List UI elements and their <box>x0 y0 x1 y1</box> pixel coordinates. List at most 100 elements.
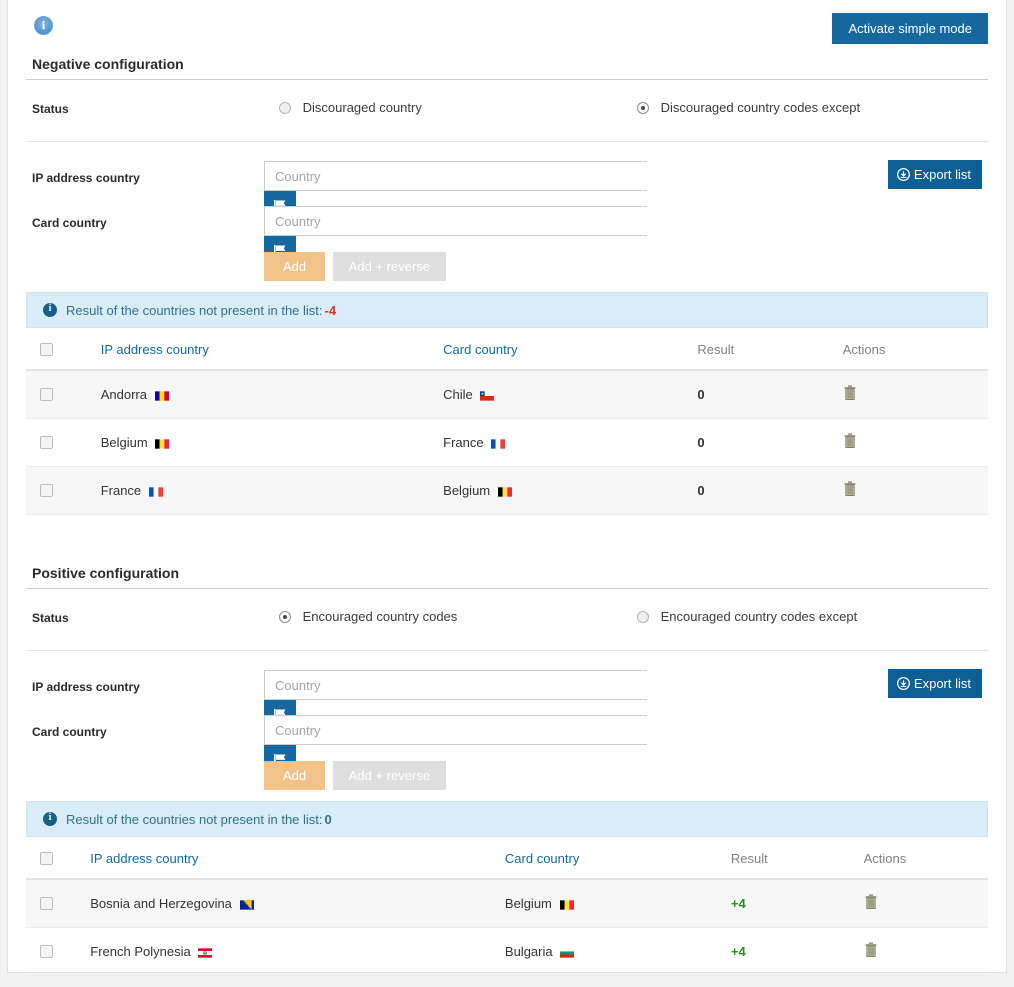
flag-ad-icon <box>154 391 169 401</box>
negative-table-body: Andorra Chile 0 Belgium France 0 France … <box>26 370 988 515</box>
negative-status-row: Status Discouraged country Discouraged c… <box>26 80 988 142</box>
cell-actions <box>842 466 988 515</box>
positive-status-row: Status Encouraged country codes Encourag… <box>26 589 988 651</box>
cell-actions <box>863 927 988 976</box>
negative-configuration-title: Negative configuration <box>26 56 988 80</box>
table-row: French Polynesia Bulgaria +4 <box>26 927 988 976</box>
row-checkbox[interactable] <box>40 436 53 449</box>
result-value: 0 <box>697 435 705 450</box>
activate-simple-mode-button[interactable]: Activate simple mode <box>832 13 988 44</box>
delete-row-button[interactable] <box>864 894 878 913</box>
delete-row-button[interactable] <box>843 481 857 500</box>
positive-add-button[interactable]: Add <box>264 761 326 790</box>
flag-ba-icon <box>239 900 254 910</box>
cell-ip-country: Belgium <box>100 418 444 467</box>
positive-ip-country-input[interactable] <box>264 670 647 700</box>
header-ip-address-country[interactable]: IP address country <box>100 328 444 371</box>
row-checkbox[interactable] <box>40 484 53 497</box>
info-circle-icon <box>34 16 53 35</box>
trash-icon <box>844 481 856 496</box>
ip-country-name: Bosnia and Herzegovina <box>90 896 232 911</box>
select-all-checkbox[interactable] <box>40 343 53 356</box>
cell-card-country: Belgium <box>504 879 731 928</box>
positive-card-country-input-group <box>264 715 679 775</box>
table-row: Bosnia and Herzegovina Belgium +4 <box>26 879 988 928</box>
positive-ip-country-input-group <box>264 670 679 730</box>
radio-discouraged-country-codes-except[interactable]: Discouraged country codes except <box>637 100 860 115</box>
download-circle-icon <box>896 168 910 181</box>
negative-status-label: Status <box>32 102 69 116</box>
positive-export-list-button[interactable]: Export list <box>887 669 982 698</box>
negative-add-reverse-button: Add + reverse <box>332 252 447 281</box>
radio-indicator <box>279 611 291 623</box>
positive-add-buttons: Add Add + reverse <box>26 757 988 801</box>
flag-fr-icon <box>491 439 506 449</box>
cell-card-country: Chile <box>443 370 698 419</box>
positive-form-area: IP address country Export list <box>8 651 1006 801</box>
header-ip-address-country[interactable]: IP address country <box>90 837 505 880</box>
radio-indicator <box>637 611 649 623</box>
positive-card-country-input[interactable] <box>264 715 647 745</box>
positive-ip-country-label: IP address country <box>32 680 140 694</box>
result-value: 0 <box>697 387 705 402</box>
positive-alert-value: 0 <box>324 811 332 827</box>
trash-icon <box>865 894 876 909</box>
negative-card-country-label: Card country <box>32 216 107 230</box>
positive-configuration-title: Positive configuration <box>26 565 988 589</box>
positive-countries-table: IP address country Card country Result A… <box>26 837 988 976</box>
result-value: +4 <box>730 896 746 911</box>
card-country-name: Chile <box>443 387 473 402</box>
cell-result: 0 <box>697 418 843 467</box>
positive-add-reverse-button: Add + reverse <box>332 761 447 790</box>
cell-ip-country: Bosnia and Herzegovina <box>90 879 505 928</box>
ip-country-name: Andorra <box>100 387 147 402</box>
cell-actions <box>863 879 988 928</box>
cell-result: +4 <box>730 879 864 928</box>
radio-encouraged-country-codes[interactable]: Encouraged country codes <box>279 609 457 624</box>
radio-encouraged-country-codes-except[interactable]: Encouraged country codes except <box>637 609 857 624</box>
radio-label: Encouraged country codes except <box>660 609 858 624</box>
table-row: Belgium France 0 <box>26 418 988 467</box>
delete-row-button[interactable] <box>843 385 857 404</box>
radio-discouraged-country[interactable]: Discouraged country <box>279 100 422 115</box>
select-all-checkbox[interactable] <box>40 852 53 865</box>
positive-table-body: Bosnia and Herzegovina Belgium +4 French… <box>26 879 988 976</box>
row-checkbox[interactable] <box>40 945 53 958</box>
ip-country-name: French Polynesia <box>90 944 191 959</box>
row-select-cell <box>26 370 101 419</box>
row-checkbox[interactable] <box>40 897 53 910</box>
negative-alert-text: Result of the countries not present in t… <box>66 302 323 318</box>
negative-countries-table: IP address country Card country Result A… <box>26 328 988 515</box>
flag-bg-icon <box>560 948 575 958</box>
flag-pf-icon <box>198 948 213 958</box>
cell-card-country: Bulgaria <box>504 927 731 976</box>
negative-add-buttons: Add Add + reverse <box>26 248 988 292</box>
table-row: France Belgium 0 <box>26 466 988 515</box>
flag-be-icon <box>497 487 512 497</box>
header-card-country[interactable]: Card country <box>443 328 698 371</box>
negative-add-button[interactable]: Add <box>264 252 326 281</box>
row-select-cell <box>26 418 101 467</box>
row-select-cell <box>26 927 91 976</box>
delete-row-button[interactable] <box>864 942 878 961</box>
positive-card-country-row: Card country <box>26 712 988 775</box>
row-checkbox[interactable] <box>40 388 53 401</box>
negative-ip-country-input[interactable] <box>264 161 647 191</box>
negative-alert-value: -4 <box>324 302 337 318</box>
negative-result-alert: Result of the countries not present in t… <box>26 292 988 328</box>
flag-cl-icon <box>480 391 495 401</box>
positive-alert-text: Result of the countries not present in t… <box>66 811 323 827</box>
radio-label: Discouraged country <box>302 100 422 115</box>
download-circle-icon <box>896 677 910 690</box>
delete-row-button[interactable] <box>843 433 857 452</box>
negative-card-country-input[interactable] <box>264 206 647 236</box>
header-result: Result <box>730 837 864 880</box>
negative-export-list-button[interactable]: Export list <box>887 160 982 189</box>
table-header-row: IP address country Card country Result A… <box>26 328 988 371</box>
export-list-label: Export list <box>913 676 971 691</box>
trash-icon <box>844 433 856 448</box>
select-all-header <box>26 328 101 371</box>
header-card-country[interactable]: Card country <box>504 837 731 880</box>
cell-ip-country: France <box>100 466 444 515</box>
ip-country-name: Belgium <box>100 435 148 450</box>
